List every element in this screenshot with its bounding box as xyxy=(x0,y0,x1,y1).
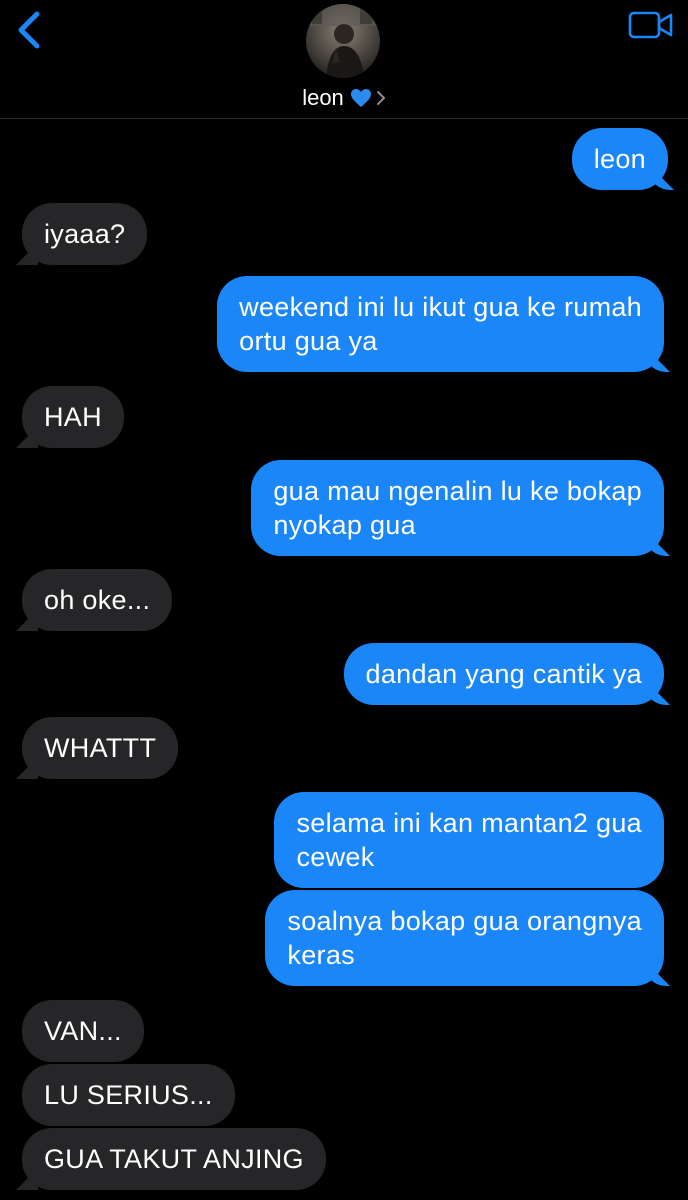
message-text: WHATTT xyxy=(44,733,157,763)
message-bubble-incoming[interactable]: GUA TAKUT ANJING xyxy=(22,1128,326,1190)
message-bubble-incoming[interactable]: iyaaa? xyxy=(22,203,148,265)
message-text: GUA TAKUT ANJING xyxy=(44,1144,304,1174)
message-text: nyokap gua xyxy=(273,510,416,540)
video-call-button[interactable] xyxy=(628,10,674,40)
message-text: keras xyxy=(287,940,355,970)
message-bubble-outgoing[interactable]: leon xyxy=(571,128,668,190)
chevron-left-icon xyxy=(18,11,40,49)
contact-name: leon xyxy=(302,85,344,110)
message-text: iyaaa? xyxy=(44,219,126,249)
message-text: HAH xyxy=(44,402,102,432)
message-text: selama ini kan mantan2 gua xyxy=(296,808,642,838)
message-bubble-outgoing[interactable]: gua mau ngenalin lu ke bokap nyokap gua xyxy=(251,460,664,556)
message-bubble-incoming[interactable]: oh oke... xyxy=(22,569,173,631)
message-bubble-incoming[interactable]: WHATTT xyxy=(22,717,179,779)
back-button[interactable] xyxy=(10,8,50,52)
message-text: VAN... xyxy=(44,1016,122,1046)
message-text: LU SERIUS... xyxy=(44,1080,213,1110)
video-camera-icon xyxy=(628,11,673,39)
chevron-right-icon xyxy=(376,85,386,113)
message-bubble-outgoing[interactable]: selama ini kan mantan2 gua cewek xyxy=(274,792,664,888)
message-text: weekend ini lu ikut gua ke rumah xyxy=(239,292,642,322)
contact-avatar[interactable] xyxy=(306,4,380,78)
message-bubble-outgoing[interactable]: soalnya bokap gua orangnya keras xyxy=(265,890,664,986)
message-bubble-incoming[interactable]: HAH xyxy=(22,386,124,448)
message-text: oh oke... xyxy=(44,585,151,615)
avatar-photo xyxy=(306,4,380,78)
message-bubble-incoming[interactable]: LU SERIUS... xyxy=(22,1064,235,1126)
message-bubble-outgoing[interactable]: weekend ini lu ikut gua ke rumah ortu gu… xyxy=(217,276,664,372)
conversation-header: leon xyxy=(0,0,688,119)
message-text: cewek xyxy=(296,842,375,872)
contact-name-button[interactable]: leon xyxy=(0,84,688,115)
message-bubble-outgoing[interactable]: dandan yang cantik ya xyxy=(343,643,664,705)
message-text: ortu gua ya xyxy=(239,326,378,356)
message-text: gua mau ngenalin lu ke bokap xyxy=(273,476,642,506)
message-text: dandan yang cantik ya xyxy=(365,659,642,689)
blue-heart-icon xyxy=(350,87,372,115)
message-text: leon xyxy=(593,144,646,174)
message-bubble-incoming[interactable]: VAN... xyxy=(22,1000,144,1062)
message-text: soalnya bokap gua orangnya xyxy=(287,906,642,936)
